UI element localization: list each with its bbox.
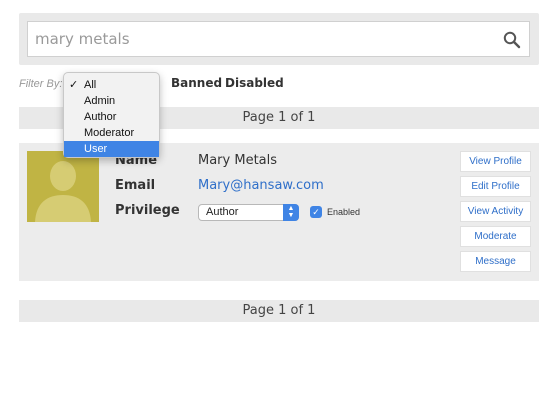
search-icon[interactable] — [503, 31, 521, 49]
privilege-select[interactable]: Author ▲ ▼ — [198, 204, 299, 221]
email-label: Email — [115, 178, 156, 193]
checkmark-icon: ✓ — [69, 79, 79, 91]
select-arrows-icon: ▲ ▼ — [283, 204, 299, 221]
message-button[interactable]: Message — [460, 251, 531, 272]
filter-option-author[interactable]: Author — [64, 109, 159, 125]
search-input[interactable] — [27, 21, 530, 57]
filter-option-admin[interactable]: Admin — [64, 93, 159, 109]
filter-banned-link[interactable]: Banned — [171, 76, 222, 90]
filter-disabled-link[interactable]: Disabled — [225, 76, 284, 90]
email-link[interactable]: Mary@hansaw.com — [198, 178, 324, 193]
view-activity-button[interactable]: View Activity — [460, 201, 531, 222]
filter-dropdown-menu: ✓ All Admin Author Moderator User — [63, 72, 160, 158]
edit-profile-button[interactable]: Edit Profile — [460, 176, 531, 197]
pagination-bottom: Page 1 of 1 — [19, 300, 539, 322]
enabled-checkbox[interactable]: ✓ — [310, 206, 322, 218]
enabled-label: Enabled — [327, 207, 361, 217]
filter-option-moderator[interactable]: Moderator — [64, 125, 159, 141]
moderate-button[interactable]: Moderate — [460, 226, 531, 247]
user-card: Name Mary Metals Email Mary@hansaw.com P… — [19, 143, 539, 281]
name-value: Mary Metals — [198, 153, 278, 168]
view-profile-button[interactable]: View Profile — [460, 151, 531, 172]
filter-label: Filter By: — [19, 78, 63, 90]
privilege-label: Privilege — [115, 203, 180, 218]
avatar — [27, 151, 99, 222]
filter-option-user[interactable]: User — [64, 141, 159, 157]
privilege-value: Author — [206, 206, 239, 218]
search-bar — [19, 13, 539, 65]
filter-option-all[interactable]: ✓ All — [64, 77, 159, 93]
